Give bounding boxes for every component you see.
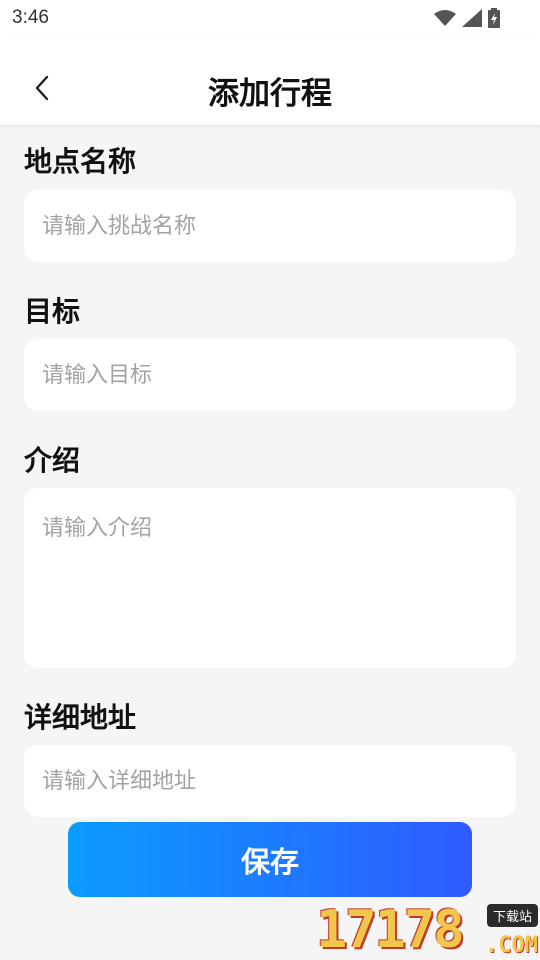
page-title: 添加行程: [208, 76, 332, 112]
watermark-logo: 17178 下载站 .COM: [316, 900, 540, 960]
address-input[interactable]: [24, 745, 516, 817]
target-label: 目标: [24, 295, 81, 328]
location-name-input[interactable]: [24, 190, 516, 262]
watermark-digits: 17178: [316, 900, 465, 960]
watermark-domain: .COM: [485, 933, 538, 958]
introduction-textarea[interactable]: [24, 488, 516, 668]
status-icons: [434, 8, 500, 28]
signal-icon: [462, 9, 482, 27]
battery-charging-icon: [488, 8, 500, 28]
watermark-tag: 下载站: [486, 904, 538, 927]
target-input[interactable]: [24, 339, 516, 411]
status-bar: 3:46: [0, 0, 540, 38]
app-header: 添加行程: [0, 38, 540, 126]
introduction-label: 介绍: [24, 444, 81, 477]
address-label: 详细地址: [24, 701, 137, 734]
wifi-icon: [434, 10, 456, 26]
status-time: 3:46: [12, 7, 49, 28]
save-button[interactable]: 保存: [68, 822, 472, 897]
location-name-label: 地点名称: [24, 145, 137, 178]
